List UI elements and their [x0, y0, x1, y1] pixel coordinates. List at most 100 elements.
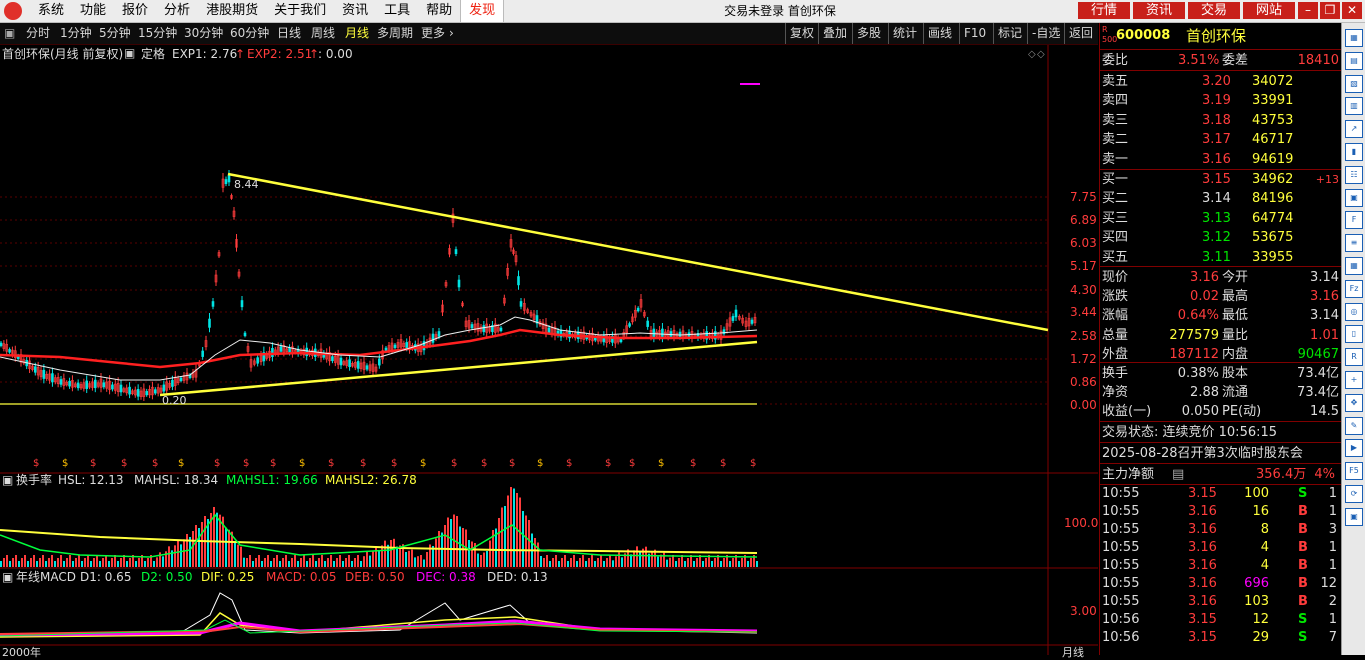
back-button[interactable]: 返回	[1064, 23, 1097, 44]
hsl-bar	[750, 558, 752, 567]
hsl-bar	[114, 555, 116, 567]
restore-icon[interactable]: ❐	[1320, 2, 1340, 19]
candle-icon[interactable]: ☷	[1345, 165, 1363, 184]
menu-analysis[interactable]: 分析	[156, 0, 198, 22]
macd-panel-icon[interactable]: ▣	[2, 570, 13, 584]
hsl-bar	[447, 517, 449, 567]
chart-icon[interactable]: ▧	[1345, 74, 1363, 93]
hsl-panel-icon[interactable]: ▣	[2, 473, 13, 487]
hsl-bar	[639, 551, 641, 567]
menu-discover[interactable]: 发现	[460, 0, 505, 22]
ask-row[interactable]: 卖四 3.19 33991	[1100, 91, 1341, 110]
list-icon[interactable]: ▤	[1345, 51, 1363, 70]
mark-button[interactable]: 标记	[993, 23, 1026, 44]
drawing-button[interactable]: 画线	[923, 23, 956, 44]
overlay-button[interactable]: 叠加	[818, 23, 851, 44]
trend-icon[interactable]: ↗	[1345, 120, 1363, 139]
bid-row[interactable]: 买五 3.11 33955	[1100, 248, 1341, 267]
hsl-bar	[249, 555, 251, 567]
candle-body	[0, 342, 3, 347]
hsl-bar	[669, 557, 671, 567]
trade-button[interactable]: 交易	[1188, 2, 1240, 19]
news-row[interactable]: 2025-08-28召开第3次临时股东会	[1100, 444, 1341, 463]
tag-icon[interactable]: ▶	[1345, 439, 1363, 458]
bar-icon[interactable]: ▮	[1345, 143, 1363, 161]
tab-multi-period[interactable]: 多周期	[377, 23, 413, 44]
menu-system[interactable]: 系统	[30, 0, 72, 22]
hsl-bar	[591, 555, 593, 567]
tab-monthly[interactable]: 月线	[345, 23, 369, 44]
candle-body	[68, 380, 71, 387]
info-button[interactable]: 资讯	[1133, 2, 1185, 19]
f10-button[interactable]: F10	[959, 23, 990, 44]
website-button[interactable]: 网站	[1243, 2, 1295, 19]
grid-icon[interactable]: ▦	[1345, 29, 1363, 47]
macd-ded: DED: 0.13	[487, 570, 548, 584]
tab-30min[interactable]: 30分钟	[184, 23, 223, 44]
bid-row[interactable]: 买四 3.12 53675	[1100, 228, 1341, 247]
ask-row[interactable]: 卖二 3.17 46717	[1100, 130, 1341, 149]
self-select-button[interactable]: -自选	[1027, 23, 1064, 44]
dinge-icon[interactable]: ▣	[124, 46, 135, 60]
circle-icon[interactable]: ◎	[1345, 302, 1363, 321]
candle-body	[128, 386, 131, 395]
chevron-right-icon[interactable]: ›	[449, 23, 454, 44]
tab-15min[interactable]: 15分钟	[138, 23, 177, 44]
menu-tools[interactable]: 工具	[376, 0, 418, 22]
tab-daily[interactable]: 日线	[277, 23, 301, 44]
candle-body	[431, 333, 435, 343]
candle-body	[162, 384, 166, 392]
low-annotation: 0.20	[162, 394, 187, 407]
tab-1min[interactable]: 1分钟	[60, 23, 92, 44]
statistics-button[interactable]: 统计	[888, 23, 921, 44]
tab-more[interactable]: 更多	[421, 23, 445, 44]
bars-icon[interactable]: ▯	[1345, 325, 1363, 344]
hsl-bar	[645, 546, 647, 567]
close-icon[interactable]: ✕	[1342, 2, 1362, 19]
pen-icon[interactable]: ✎	[1345, 416, 1363, 435]
plus-icon[interactable]: +	[1345, 371, 1363, 389]
market-button[interactable]: 行情	[1078, 2, 1130, 19]
mainflow-icon[interactable]: ▤	[1172, 465, 1184, 484]
price-tick: 1.72	[1070, 352, 1097, 366]
refresh-icon[interactable]: ⟳	[1345, 485, 1363, 503]
tab-60min[interactable]: 60分钟	[230, 23, 269, 44]
multi-stock-button[interactable]: 多股	[852, 23, 885, 44]
table-icon[interactable]: ▦	[1345, 257, 1363, 275]
move-icon[interactable]: ✥	[1345, 393, 1363, 412]
book-icon[interactable]: ▣	[1345, 188, 1363, 207]
ask-row[interactable]: 卖五 3.20 34072	[1100, 72, 1341, 91]
menu-help[interactable]: 帮助	[418, 0, 460, 22]
candle-body	[33, 366, 37, 373]
candle-body	[8, 349, 11, 353]
kline-icon[interactable]: ▥	[1345, 97, 1363, 116]
hsl-bar	[552, 558, 554, 567]
menu-quote[interactable]: 报价	[114, 0, 156, 22]
tab-timeshare[interactable]: 分时	[26, 23, 50, 44]
f5-icon[interactable]: F5	[1345, 462, 1363, 481]
exp1-value: EXP1: 2.76	[172, 47, 238, 61]
menu-hk-futures[interactable]: 港股期货	[198, 0, 266, 22]
menu-function[interactable]: 功能	[72, 0, 114, 22]
hsl-bar	[507, 495, 509, 567]
ask-row[interactable]: 卖三 3.18 43753	[1100, 111, 1341, 130]
lines-icon[interactable]: ≡	[1345, 234, 1363, 253]
f10-icon[interactable]: F	[1345, 211, 1363, 230]
tab-weekly[interactable]: 周线	[311, 23, 335, 44]
book2-icon[interactable]: ▣	[1345, 507, 1363, 526]
layout-toggle-icon[interactable]: ▣	[4, 23, 15, 44]
bid-row[interactable]: 买二 3.14 84196	[1100, 189, 1341, 208]
minimize-icon[interactable]: –	[1298, 2, 1318, 19]
hsl-bar	[372, 550, 374, 567]
restore-rights-button[interactable]: 复权	[785, 23, 818, 44]
event-marker-icon: $	[690, 458, 696, 469]
bid-row[interactable]: 买一 3.15 34962 +13	[1100, 170, 1341, 189]
ask-row[interactable]: 卖一 3.16 94619	[1100, 150, 1341, 169]
kline-chart[interactable]: $ $ $ $ $ $ $ $ $ $ $ $ $ $ $ $ $ $ $ $ $ $ $ $ $ ◇ ◇	[0, 45, 1098, 655]
tab-5min[interactable]: 5分钟	[99, 23, 131, 44]
bid-row[interactable]: 买三 3.13 64774	[1100, 209, 1341, 228]
menu-about[interactable]: 关于我们	[266, 0, 334, 22]
rsi-icon[interactable]: R	[1345, 348, 1363, 367]
fz-icon[interactable]: Fz	[1345, 279, 1363, 298]
menu-news[interactable]: 资讯	[334, 0, 376, 22]
